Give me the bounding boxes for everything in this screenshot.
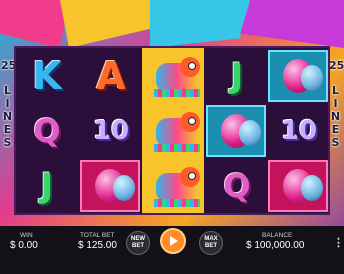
balance-value: $ 100,000.00 (246, 240, 305, 251)
symbol-a: A (80, 48, 142, 103)
spin-button[interactable] (160, 228, 186, 254)
balloon-icon (95, 169, 135, 203)
symbol-10: 10 (80, 103, 142, 158)
play-icon (170, 236, 178, 246)
max-bet-button[interactable]: MAX BET (199, 231, 223, 255)
symbol-q: Q (206, 158, 268, 213)
pinata-icon (146, 158, 208, 213)
symbol-balloon (80, 160, 140, 212)
balloon-icon (221, 114, 261, 148)
lines-indicator-left: 25 LINES (1, 59, 17, 150)
symbol-text: 10 (92, 115, 130, 146)
pinata-icon (146, 48, 208, 103)
symbol-text: A (96, 53, 126, 98)
lines-count: 25 (1, 59, 17, 72)
lines-indicator-right: 25 LINES (329, 59, 344, 150)
lines-label: LINES (1, 84, 14, 149)
symbol-text: J (230, 55, 244, 96)
total-bet-value: $ 125.00 (78, 240, 117, 251)
symbol-balloon (268, 50, 328, 102)
win-value: $ 0.00 (10, 240, 38, 251)
new-bet-button[interactable]: NEW BET (126, 231, 150, 255)
symbol-text: K (32, 53, 62, 98)
balloon-icon (283, 169, 323, 203)
symbol-text: 10 (280, 115, 318, 146)
symbol-k: K (16, 48, 78, 103)
symbol-balloon (206, 105, 266, 157)
pinata-icon (146, 103, 208, 158)
symbol-text: Q (223, 166, 251, 205)
symbol-text: Q (33, 111, 61, 150)
symbol-j: J (206, 48, 268, 103)
win-label: WIN (20, 232, 33, 239)
balance-label: BALANCE (262, 232, 293, 239)
symbol-text: J (40, 165, 54, 206)
balloon-icon (283, 59, 323, 93)
symbol-j: J (16, 158, 78, 213)
symbol-q: Q (16, 103, 78, 158)
lines-label: LINES (329, 84, 342, 149)
lines-count: 25 (329, 59, 344, 72)
menu-dots-icon[interactable]: ⋮ (333, 236, 344, 249)
pinata-wild-reel (142, 48, 204, 213)
symbol-balloon (268, 160, 328, 212)
symbol-10: 10 (268, 103, 330, 158)
total-bet-label: TOTAL BET (80, 232, 115, 239)
